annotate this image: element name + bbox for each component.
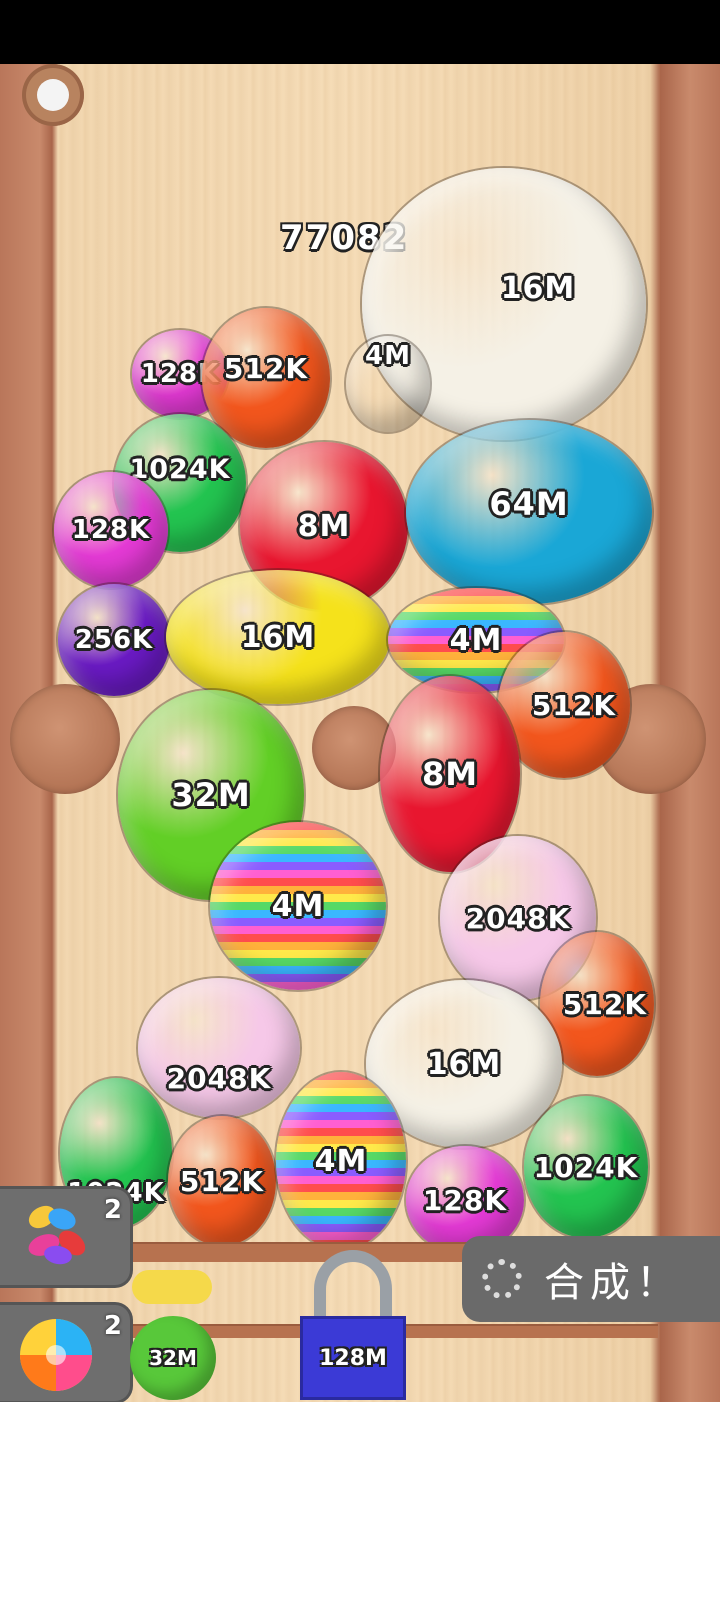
ball-label: 16M xyxy=(500,270,576,306)
ball-label: 512K xyxy=(223,351,309,385)
ball[interactable]: 512K xyxy=(168,1116,276,1246)
ball-label: 128K xyxy=(71,515,151,545)
swirl-count: 2 xyxy=(103,1311,122,1341)
candy-icon xyxy=(28,1205,86,1265)
ball-label: 2048K xyxy=(465,901,571,935)
bottom-blank-area xyxy=(0,1402,720,1600)
locked-slot[interactable]: 128M xyxy=(300,1250,406,1400)
ball-label: 1024K xyxy=(533,1150,639,1184)
ball[interactable]: 2048K xyxy=(138,978,300,1118)
ball-label: 4M xyxy=(365,341,411,371)
loading-spinner-icon xyxy=(482,1259,522,1299)
ball-label: 16M xyxy=(240,619,316,655)
ball-label: 512K xyxy=(531,688,617,722)
ball-label: 512K xyxy=(179,1164,265,1198)
pause-button[interactable] xyxy=(22,64,84,126)
merge-button[interactable]: 合成！ xyxy=(462,1236,720,1322)
ball-label: 256K xyxy=(74,625,154,655)
ball[interactable]: 16M xyxy=(166,570,390,704)
ball-label: 2048K xyxy=(166,1061,272,1095)
ball[interactable]: 1024K xyxy=(524,1096,648,1238)
ball[interactable]: 64M xyxy=(406,420,652,604)
ball[interactable]: 512K xyxy=(202,308,330,448)
ball-label: 4M xyxy=(271,888,325,924)
ball-label: 16M xyxy=(426,1046,502,1082)
gift-reward[interactable]: 32M xyxy=(124,1270,220,1400)
ball-label: 8M xyxy=(421,755,479,793)
status-bar xyxy=(0,0,720,64)
ball-label: 4M xyxy=(314,1143,368,1179)
ball-label: 4M xyxy=(449,622,503,658)
ball[interactable]: 4M xyxy=(276,1072,406,1250)
ball[interactable]: 128K xyxy=(54,472,168,588)
swirl-ball-icon xyxy=(20,1319,92,1391)
pause-dot-icon xyxy=(37,79,69,111)
lock-value: 128M xyxy=(319,1345,387,1371)
gift-value: 32M xyxy=(149,1346,197,1370)
ball-label: 128K xyxy=(422,1183,508,1217)
candy-powerup-button[interactable]: 2 xyxy=(0,1186,133,1288)
ball-label: 1024K xyxy=(129,453,231,485)
gift-bow-icon xyxy=(132,1270,212,1304)
ball[interactable]: 4M xyxy=(346,336,430,432)
ball[interactable]: 4M xyxy=(210,822,386,990)
gift-ball: 32M xyxy=(130,1316,216,1400)
candy-count: 2 xyxy=(103,1195,122,1225)
ball-label: 32M xyxy=(171,776,251,814)
ball-label: 64M xyxy=(489,485,569,523)
ball-label: 8M xyxy=(297,508,351,544)
swirl-powerup-button[interactable]: 2 xyxy=(0,1302,133,1404)
left-peg xyxy=(10,684,120,794)
merge-button-label: 合成！ xyxy=(544,1260,682,1306)
lock-body: 128M xyxy=(300,1316,406,1400)
ball-label: 512K xyxy=(562,987,648,1021)
ball[interactable]: 256K xyxy=(58,584,170,696)
